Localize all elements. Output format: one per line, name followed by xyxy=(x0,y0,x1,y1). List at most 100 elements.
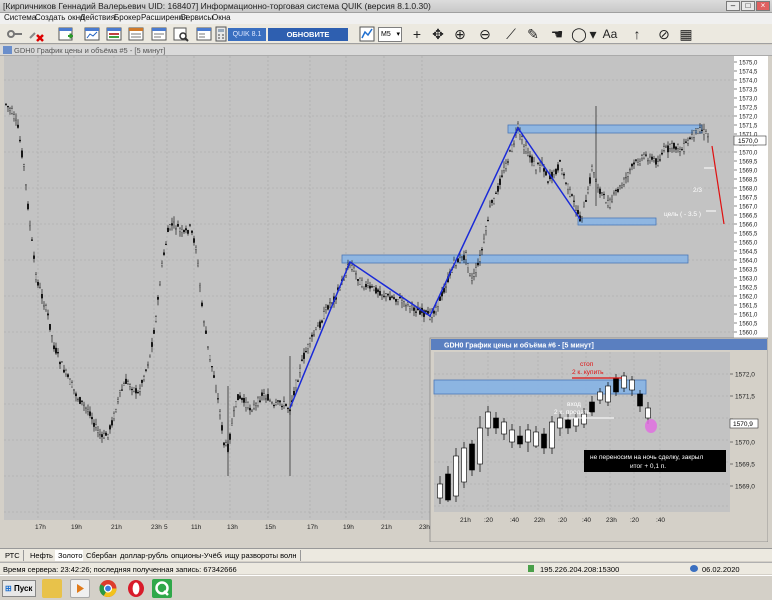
menu-item-services[interactable]: Сервисы xyxy=(180,13,213,22)
candle-body xyxy=(693,130,695,138)
tab-rts[interactable]: РТС xyxy=(2,550,24,561)
candle-body xyxy=(155,316,157,322)
close-button[interactable]: × xyxy=(756,1,770,11)
candle-body xyxy=(493,417,499,429)
candle-body xyxy=(237,394,239,401)
y-tick-label: 1561,5 xyxy=(739,304,758,310)
chart-settings-icon[interactable] xyxy=(359,26,375,42)
y-tick-label: 1571,5 xyxy=(739,124,758,130)
search-window-icon[interactable] xyxy=(173,26,189,42)
candle-body xyxy=(413,307,415,311)
y-tick-label: 1572,0 xyxy=(739,115,758,121)
pencil-icon[interactable]: ✎ xyxy=(524,25,542,43)
status-date: 06.02.2020 xyxy=(702,565,740,574)
candle-body xyxy=(491,200,493,203)
arrow-up-icon[interactable]: ↑ xyxy=(628,25,646,43)
opera-icon[interactable] xyxy=(126,579,146,598)
chart-window-icon[interactable] xyxy=(84,26,100,42)
move-icon[interactable]: ✥ xyxy=(429,25,447,43)
tab-options-study[interactable]: опционы-Учёба xyxy=(168,550,230,561)
candle-body xyxy=(241,397,243,400)
candle-body xyxy=(145,369,147,371)
key-icon[interactable] xyxy=(7,26,23,42)
tab-wave-reversals[interactable]: ищу развороты волн xyxy=(222,550,301,561)
timeframe-select[interactable]: M5 ▾ xyxy=(378,27,402,42)
candle-body xyxy=(593,172,595,175)
y-tick-label: 1561,0 xyxy=(739,313,758,319)
upper-resistance-zone[interactable] xyxy=(507,124,703,134)
chrome-icon[interactable] xyxy=(98,579,118,598)
menu-item-actions[interactable]: Действия xyxy=(80,13,115,22)
candle-body xyxy=(509,150,511,152)
orders-window-icon[interactable] xyxy=(128,26,144,42)
menu-item-broker[interactable]: Брокер xyxy=(114,13,141,22)
candle-body xyxy=(91,417,93,420)
candle-body xyxy=(209,355,211,360)
menu-item-windows[interactable]: Окна xyxy=(212,13,231,22)
quik-icon[interactable] xyxy=(152,579,172,598)
tab-oil[interactable]: Нефть xyxy=(27,550,57,561)
portfolio-window-icon[interactable] xyxy=(196,26,212,42)
start-button[interactable]: ⊞ Пуск xyxy=(2,580,36,597)
candle-body xyxy=(179,228,181,232)
candle-body xyxy=(587,189,589,193)
y-tick-label: 1571,5 xyxy=(735,394,755,401)
maximize-button[interactable]: □ xyxy=(741,1,755,11)
candle-body xyxy=(53,345,55,350)
x-tick-label: :20 xyxy=(484,517,493,524)
explorer-icon[interactable] xyxy=(42,579,62,598)
disconnect-icon[interactable] xyxy=(28,26,44,42)
zoom-in-icon[interactable]: ⊕ xyxy=(451,25,469,43)
note-line-2: итог + 0,1 п. xyxy=(630,463,666,470)
candle-body xyxy=(105,432,107,436)
chart2-window[interactable]: GDH0 График цены и объёма #6 - [5 минут]… xyxy=(429,337,768,542)
candle-body xyxy=(25,184,27,186)
trades-window-icon[interactable] xyxy=(151,26,167,42)
candle-body xyxy=(163,252,165,255)
grid-icon[interactable]: ▦ xyxy=(677,25,695,43)
candle-body xyxy=(493,198,495,204)
candle-body xyxy=(257,397,259,406)
candle-body xyxy=(55,347,57,354)
text-tool-icon[interactable]: Aa xyxy=(598,25,622,43)
candle-body xyxy=(73,389,75,391)
x-tick-label: 21h xyxy=(460,517,471,524)
menu-item-system[interactable]: Система xyxy=(4,13,36,22)
candle-body xyxy=(357,279,359,281)
connection-icon xyxy=(528,565,534,572)
candle-body xyxy=(607,200,609,207)
hide-icon[interactable]: ⊘ xyxy=(655,25,673,43)
update-today-button[interactable]: ОБНОВИТЕ СЕГОДНЯ xyxy=(268,28,348,52)
x-tick-label: 19h xyxy=(343,524,354,531)
candle-body xyxy=(651,156,653,160)
media-player-icon[interactable] xyxy=(70,579,90,598)
candle-body xyxy=(371,286,373,288)
candle-body xyxy=(465,252,467,260)
zoom-out-icon[interactable]: ⊖ xyxy=(476,25,494,43)
new-table-icon[interactable] xyxy=(58,26,74,42)
menu-item-new-window[interactable]: Создать окно xyxy=(35,13,84,22)
crosshair-icon[interactable]: + xyxy=(408,25,426,43)
lower-breakout-zone[interactable] xyxy=(341,254,689,264)
main-price-chart[interactable]: 2/3 цель ( - 3.5 ) 1575,0 1574,5 1574,0 157… xyxy=(4,56,768,542)
middle-support-zone[interactable] xyxy=(577,217,657,226)
chart2-title: GDH0 График цены и объёма #6 - [5 минут] xyxy=(444,342,594,350)
tab-gold[interactable]: Золото xyxy=(55,550,87,561)
note-line-1: не переносим на ночь сделку, закрыл xyxy=(590,454,703,461)
calculator-icon[interactable] xyxy=(213,26,229,42)
candle-body xyxy=(485,411,491,429)
candle-body xyxy=(297,380,299,382)
candle-body xyxy=(549,421,555,449)
draw-line-icon[interactable]: ⟋ xyxy=(502,25,520,43)
candle-body xyxy=(395,298,397,302)
candle-body xyxy=(173,221,175,223)
tab-usd-rub[interactable]: доллар-рубль xyxy=(117,550,173,561)
candle-body xyxy=(201,302,203,307)
candle-body xyxy=(391,296,393,298)
minimize-button[interactable]: – xyxy=(726,1,740,11)
quotes-window-icon[interactable] xyxy=(106,26,122,42)
candle-body xyxy=(17,124,19,128)
y-tick-label: 1566,0 xyxy=(739,223,758,229)
y-tick-label: 1572,5 xyxy=(739,106,758,112)
hand-icon[interactable]: ☚ xyxy=(548,25,566,43)
